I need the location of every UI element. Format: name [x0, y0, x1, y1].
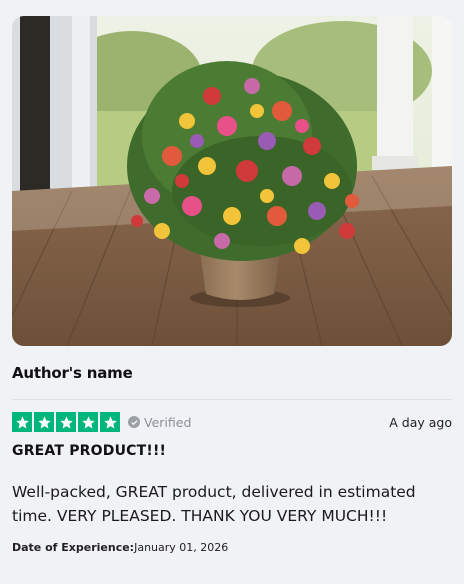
check-circle-icon	[128, 416, 140, 428]
flower-pot-image	[12, 16, 452, 346]
star-icon	[34, 412, 54, 432]
verified-label: Verified	[144, 414, 192, 430]
author-name: Author's name	[12, 364, 133, 382]
star-icon	[12, 412, 32, 432]
verified-badge: Verified	[128, 415, 191, 430]
experience-date: January 01, 2026	[134, 541, 229, 554]
divider	[12, 399, 452, 400]
experience-label: Date of Experience:	[12, 541, 135, 554]
star-icon	[100, 412, 120, 432]
star-rating	[12, 412, 120, 432]
rating-row: Verified A day ago	[12, 411, 452, 433]
review-title: GREAT PRODUCT!!!	[12, 443, 167, 459]
posted-time: A day ago	[389, 414, 452, 430]
review-photo[interactable]	[12, 16, 452, 346]
star-icon	[56, 412, 76, 432]
review-body: Well-packed, GREAT product, delivered in…	[12, 483, 416, 525]
star-icon	[78, 412, 98, 432]
date-of-experience: Date of Experience:January 01, 2026	[12, 541, 228, 554]
